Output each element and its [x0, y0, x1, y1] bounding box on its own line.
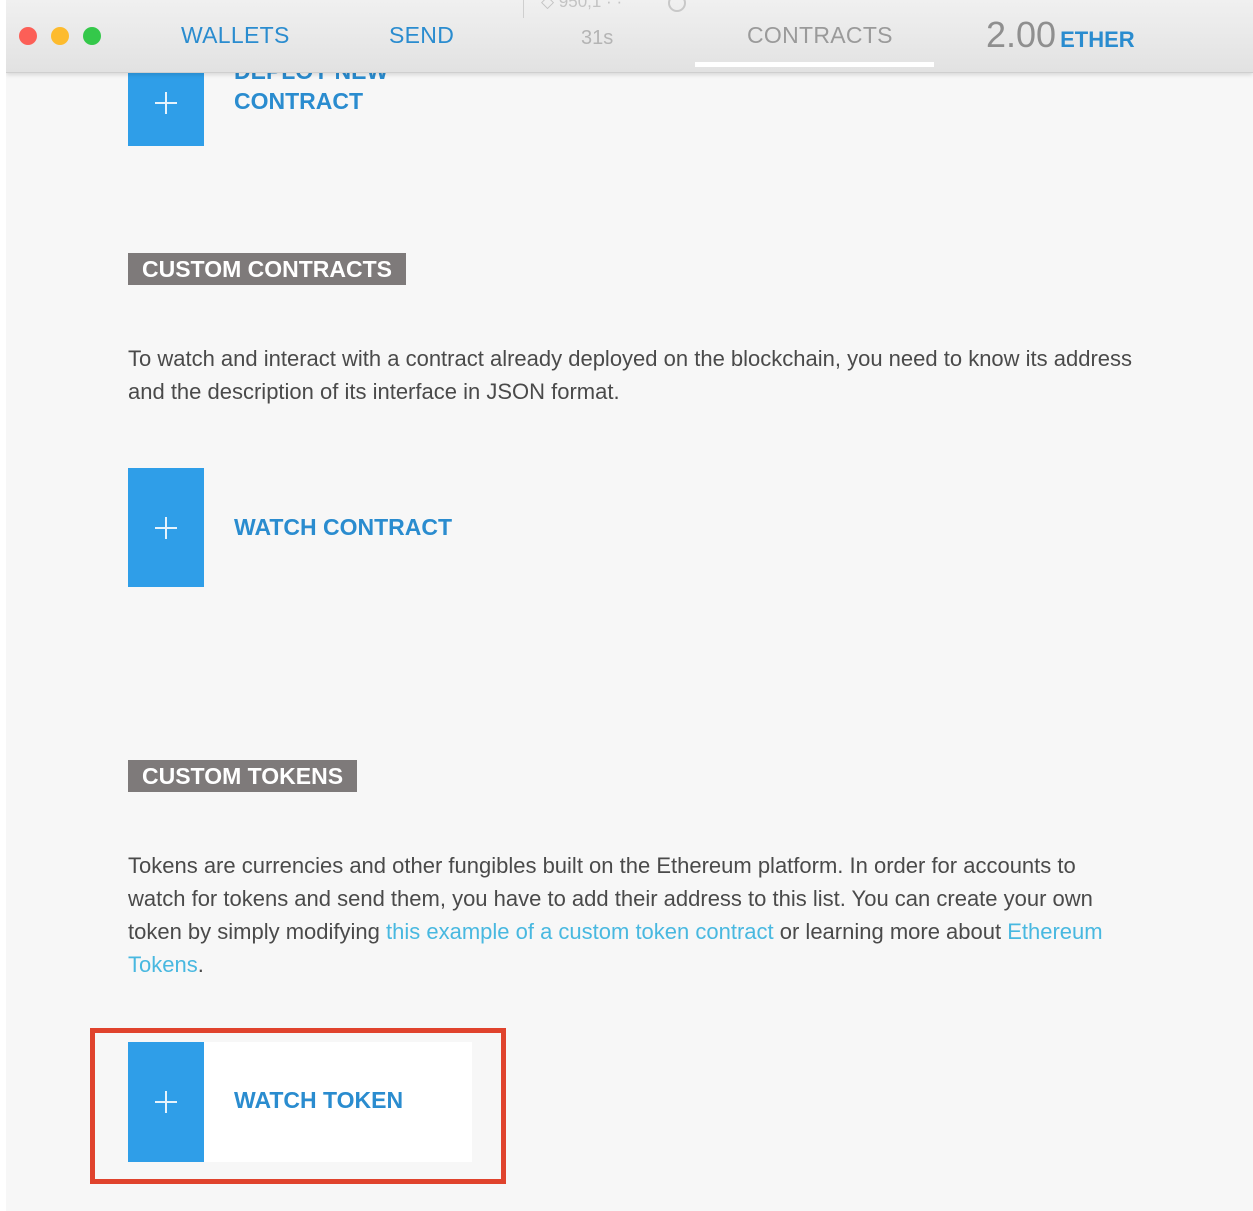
plus-icon: [155, 92, 177, 114]
watch-contract-button[interactable]: [128, 468, 204, 587]
highlight-annotation-box: [90, 1028, 506, 1184]
nav-tab-contracts[interactable]: CONTRACTS: [747, 22, 893, 49]
app-window: WALLETS SEND ◇ 950,1 · · 31s CONTRACTS 2…: [6, 0, 1253, 1211]
balance-unit: ETHER: [1060, 27, 1135, 52]
maximize-window-button[interactable]: [83, 27, 101, 45]
nav-divider: [523, 0, 524, 18]
balance-amount: 2.00: [986, 14, 1057, 55]
nav-tab-wallets[interactable]: WALLETS: [181, 22, 290, 49]
custom-contracts-heading: CUSTOM CONTRACTS: [128, 253, 407, 285]
custom-contracts-description: To watch and interact with a contract al…: [128, 346, 1133, 404]
active-tab-indicator: [695, 62, 934, 67]
block-time: 31s: [581, 27, 614, 49]
block-number: ◇ 950,1 · ·: [541, 0, 623, 11]
deploy-contract-label-line2[interactable]: CONTRACT: [234, 88, 363, 115]
tokens-description-text: or learning more about: [773, 919, 1008, 944]
clock-icon: [668, 0, 686, 12]
close-window-button[interactable]: [19, 27, 37, 45]
top-navigation-bar: WALLETS SEND ◇ 950,1 · · 31s CONTRACTS 2…: [6, 0, 1253, 73]
nav-tab-send[interactable]: SEND: [389, 22, 454, 49]
plus-icon: [155, 516, 177, 539]
minimize-window-button[interactable]: [51, 27, 69, 45]
custom-tokens-description: Tokens are currencies and other fungible…: [128, 849, 1138, 981]
tokens-description-text: .: [197, 952, 204, 977]
balance-display: 2.00 ETHER: [986, 14, 1135, 56]
watch-contract-label[interactable]: WATCH CONTRACT: [234, 514, 452, 541]
custom-tokens-heading: CUSTOM TOKENS: [128, 760, 358, 792]
custom-token-example-link[interactable]: this example of a custom token contract: [386, 919, 774, 944]
